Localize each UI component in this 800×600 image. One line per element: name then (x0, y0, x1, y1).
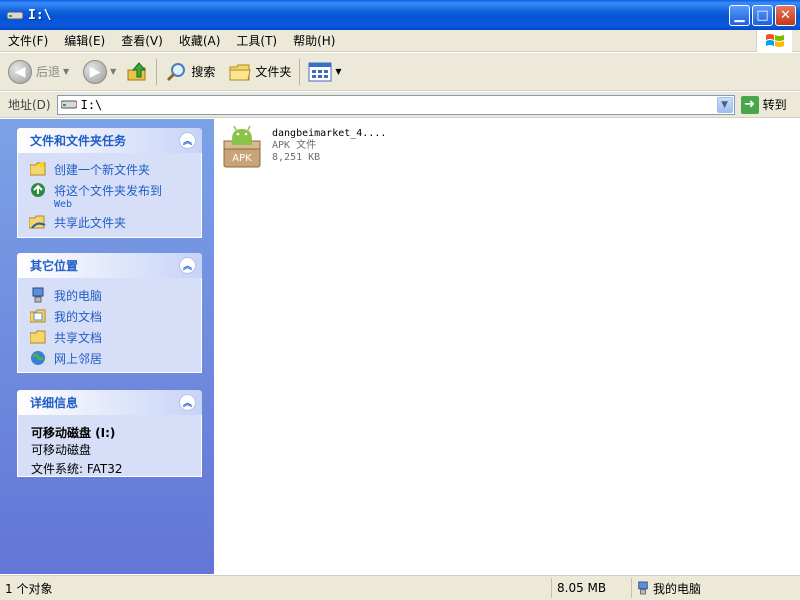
toolbar-separator (299, 58, 301, 85)
task-publish-web[interactable]: 将这个文件夹发布到 Web (29, 182, 201, 210)
search-label: 搜索 (191, 65, 216, 79)
file-size: 8,251 KB (272, 152, 321, 163)
place-my-documents[interactable]: 我的文档 (29, 308, 201, 325)
views-button[interactable]: ▼ (308, 57, 342, 87)
details-title: 详细信息 (30, 396, 79, 410)
task-share-folder[interactable]: 共享此文件夹 (29, 214, 201, 231)
address-dropdown-icon[interactable]: ▼ (716, 96, 733, 113)
address-bar: 地址(D) I:\ ▼ ➜ 转到 (0, 92, 800, 118)
details-type: 可移动磁盘 (31, 443, 92, 457)
status-size: 8.05 MB (552, 578, 632, 598)
new-folder-icon (29, 161, 47, 177)
other-places-header[interactable]: 其它位置 ︽ (17, 253, 202, 278)
back-button[interactable]: ◀ 后退 ▼ (8, 57, 69, 87)
address-input[interactable]: I:\ ▼ (56, 94, 735, 115)
folders-button[interactable]: 文件夹 (229, 57, 291, 87)
place-label: 我的电脑 (54, 289, 103, 303)
task-label: 创建一个新文件夹 (54, 163, 151, 177)
status-location-label: 我的电脑 (653, 581, 702, 596)
go-arrow-icon: ➜ (740, 95, 759, 114)
search-icon (167, 62, 186, 81)
status-object-count: 1 个对象 (0, 578, 552, 598)
forward-button[interactable]: ▶ ▼ (83, 57, 116, 87)
details-panel: 详细信息 ︽ 可移动磁盘 (I:) 可移动磁盘 文件系统: FAT32 (17, 390, 202, 477)
address-label: 地址(D) (8, 98, 51, 112)
task-label: 共享此文件夹 (54, 216, 127, 230)
place-label: 共享文档 (54, 331, 103, 345)
place-network[interactable]: 网上邻居 (29, 350, 201, 367)
windows-logo-icon (756, 30, 792, 52)
task-new-folder[interactable]: 创建一个新文件夹 (29, 161, 201, 178)
place-label: 网上邻居 (54, 352, 103, 366)
place-shared-documents[interactable]: 共享文档 (29, 329, 201, 346)
views-icon (308, 62, 332, 81)
other-places-panel: 其它位置 ︽ 我的电脑 我的文档 共享文档 网上邻居 (17, 253, 202, 373)
status-bar: 1 个对象 8.05 MB 我的电脑 (0, 575, 800, 600)
up-folder-button[interactable] (126, 57, 148, 87)
menu-view[interactable]: 查看(V) (113, 32, 171, 49)
window-title: I:\ (28, 7, 52, 23)
my-computer-icon (29, 287, 47, 303)
details-filesystem: 文件系统: FAT32 (31, 462, 123, 476)
share-folder-icon (29, 214, 47, 230)
file-item[interactable]: APK dangbeimarket_4.... APK 文件 8,251 KB (222, 125, 386, 169)
close-button[interactable]: ✕ (775, 5, 796, 26)
title-bar: I:\ ▁ □ ✕ (0, 0, 800, 30)
task-pane: 文件和文件夹任务 ︽ 创建一个新文件夹 将这个文件夹发布到 Web 共享此文件夹… (0, 119, 214, 574)
my-computer-icon (637, 581, 649, 595)
folders-label: 文件夹 (255, 65, 292, 79)
menu-edit[interactable]: 编辑(E) (56, 32, 113, 49)
file-tasks-header[interactable]: 文件和文件夹任务 ︽ (17, 128, 202, 153)
minimize-button[interactable]: ▁ (729, 5, 750, 26)
status-location: 我的电脑 (632, 578, 800, 598)
forward-arrow-icon: ▶ (83, 59, 108, 84)
toolbar-separator (156, 58, 158, 85)
menu-file[interactable]: 文件(F) (0, 32, 56, 49)
folders-icon (229, 64, 251, 80)
my-documents-icon (29, 308, 47, 324)
collapse-chevron-icon[interactable]: ︽ (179, 257, 196, 274)
menu-help[interactable]: 帮助(H) (285, 32, 343, 49)
up-folder-icon (127, 61, 147, 80)
menu-bar: 文件(F) 编辑(E) 查看(V) 收藏(A) 工具(T) 帮助(H) (0, 30, 800, 52)
back-arrow-icon: ◀ (8, 59, 32, 84)
place-label: 我的文档 (54, 310, 103, 324)
task-sublabel: Web (54, 199, 73, 210)
drive-icon (60, 98, 78, 112)
place-my-computer[interactable]: 我的电脑 (29, 287, 201, 304)
apk-file-icon: APK (222, 125, 262, 169)
go-label: 转到 (762, 98, 787, 112)
search-button[interactable]: 搜索 (165, 57, 215, 87)
views-dropdown-icon: ▼ (335, 67, 342, 76)
file-name: dangbeimarket_4.... (272, 128, 387, 139)
details-name: 可移动磁盘 (I:) (31, 426, 116, 440)
network-places-icon (29, 350, 47, 366)
file-list: APK dangbeimarket_4.... APK 文件 8,251 KB (214, 119, 800, 574)
file-tasks-panel: 文件和文件夹任务 ︽ 创建一个新文件夹 将这个文件夹发布到 Web 共享此文件夹 (17, 128, 202, 238)
publish-web-icon (29, 182, 47, 198)
details-header[interactable]: 详细信息 ︽ (17, 390, 202, 415)
shared-documents-icon (29, 329, 47, 345)
back-dropdown-icon[interactable]: ▼ (63, 67, 69, 76)
menu-tools[interactable]: 工具(T) (228, 32, 285, 49)
other-places-title: 其它位置 (30, 259, 79, 273)
menu-favorites[interactable]: 收藏(A) (171, 32, 229, 49)
maximize-button[interactable]: □ (752, 5, 773, 26)
file-tasks-title: 文件和文件夹任务 (30, 134, 127, 148)
forward-dropdown-icon[interactable]: ▼ (110, 67, 116, 76)
collapse-chevron-icon[interactable]: ︽ (179, 132, 196, 149)
file-type: APK 文件 (272, 140, 317, 151)
drive-icon (6, 6, 24, 24)
svg-text:APK: APK (232, 153, 252, 164)
task-label: 将这个文件夹发布到 (54, 184, 163, 198)
toolbar: ◀ 后退 ▼ ▶ ▼ 搜索 文件夹 ▼ (0, 53, 800, 91)
collapse-chevron-icon[interactable]: ︽ (179, 394, 196, 411)
address-value: I:\ (80, 97, 103, 112)
go-button[interactable]: ➜ 转到 (740, 95, 787, 114)
back-label: 后退 (36, 65, 61, 79)
